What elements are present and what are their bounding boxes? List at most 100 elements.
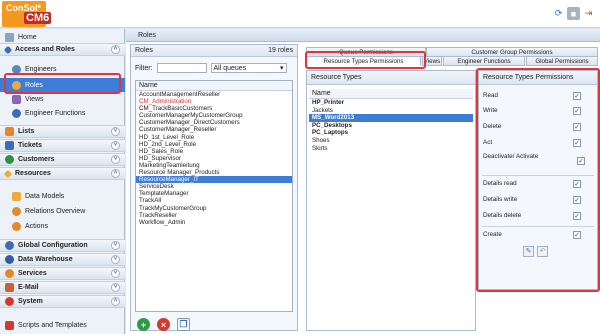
data-warehouse-icon xyxy=(5,255,14,264)
sidebar-item-views[interactable]: Views xyxy=(0,92,125,106)
sidebar-item-engineer-functions[interactable]: Engineer Functions xyxy=(0,106,125,120)
filter-row: Filter: All queues ▾ xyxy=(135,63,287,73)
role-list-item[interactable]: HD_Supervisor xyxy=(136,155,292,162)
sidebar-item-label: Data Models xyxy=(25,192,65,200)
sidebar-section-customers[interactable]: Customers ˅ xyxy=(0,153,125,166)
resource-type-list-item[interactable]: PC_Desktops xyxy=(309,122,473,130)
sidebar-item-scripts-and-templates[interactable]: Scripts and Templates xyxy=(0,318,125,332)
chevron-down-icon: ▾ xyxy=(279,65,284,72)
sidebar-section-label: E-Mail xyxy=(18,284,39,291)
role-list-item[interactable]: Workflow_Admin xyxy=(136,219,292,226)
queue-select[interactable]: All queues ▾ xyxy=(210,63,287,73)
sidebar-section-lists[interactable]: Lists ˅ xyxy=(0,125,125,138)
role-list-item[interactable]: CM_Administration xyxy=(136,98,292,105)
role-list-item[interactable]: ServiceDesk xyxy=(136,183,292,190)
sidebar-item-label: Relations Overview xyxy=(25,207,86,215)
sidebar-section-resources[interactable]: Resources ˄ xyxy=(0,167,125,180)
resource-types-column-header: Name xyxy=(309,89,473,99)
filter-input[interactable] xyxy=(156,63,207,73)
relations-icon xyxy=(12,206,21,216)
sidebar-section-global-configuration[interactable]: Global Configuration ˅ xyxy=(0,239,125,252)
role-list-item[interactable]: TrackMyCustomerGroup xyxy=(136,205,292,212)
resource-type-list-item[interactable]: HP_Printer xyxy=(309,99,473,107)
sidebar-section-access-and-roles[interactable]: Access and Roles ˄ xyxy=(0,43,125,56)
chevron-down-icon[interactable]: ˅ xyxy=(111,127,120,136)
filter-label: Filter: xyxy=(135,64,153,72)
resource-type-list-item[interactable]: Skirts xyxy=(309,145,473,153)
sidebar-section-label: System xyxy=(18,298,43,305)
consol-logo[interactable]: ConSol* CM6 xyxy=(2,1,52,27)
resource-types-title: Resource Types xyxy=(311,74,362,81)
chevron-down-icon[interactable]: ˅ xyxy=(111,155,120,164)
role-list-item[interactable]: MarketingTeamleitung xyxy=(136,162,292,169)
system-icon xyxy=(5,297,14,306)
role-list-item[interactable]: CM_TrackBasicCustomers xyxy=(136,105,292,112)
scripts-icon xyxy=(5,320,14,330)
chevron-down-icon[interactable]: ˅ xyxy=(111,269,120,278)
add-role-button[interactable]: + xyxy=(137,318,150,331)
resource-types-rows: HP_Printer Jackets MS_Word2013 PC_Desktops P… xyxy=(309,99,473,152)
role-list-item[interactable]: TrackAll xyxy=(136,197,292,204)
tab-engineer-functions[interactable]: Engineer Functions xyxy=(443,56,525,66)
resource-type-list-item[interactable]: MS_Word2013 xyxy=(309,114,473,122)
role-list-item[interactable]: CustomerManager_Reseller xyxy=(136,126,292,133)
role-list-item[interactable]: AccountManagementReseller xyxy=(136,91,292,98)
roles-panel: Roles 19 roles Filter: All queues ▾ Name… xyxy=(130,44,298,331)
globe-icon xyxy=(5,241,14,250)
sidebar-section-system[interactable]: System ˄ xyxy=(0,295,125,308)
queue-select-value: All queues xyxy=(213,65,247,72)
chevron-up-icon[interactable]: ˄ xyxy=(111,45,120,54)
chevron-down-icon[interactable]: ˅ xyxy=(111,283,120,292)
refresh-icon[interactable]: ⟳ xyxy=(552,7,565,20)
chevron-up-icon[interactable]: ˄ xyxy=(111,297,120,306)
tab-global-permissions[interactable]: Global Permissions xyxy=(526,56,598,66)
home-icon xyxy=(5,32,14,42)
sidebar-section-tickets[interactable]: Tickets ˅ xyxy=(0,139,125,152)
copy-role-button[interactable]: ❐ xyxy=(177,318,190,331)
role-list-item[interactable]: HD_2nd_Level_Role xyxy=(136,141,292,148)
sidebar-item-actions[interactable]: Actions xyxy=(0,219,125,233)
roles-panel-title: Roles xyxy=(135,47,153,54)
lists-icon xyxy=(5,127,14,136)
sidebar-section-label: Lists xyxy=(18,128,35,135)
logout-icon[interactable]: ⇥ xyxy=(582,7,595,20)
roles-panel-header: Roles 19 roles xyxy=(131,45,297,57)
resources-icon xyxy=(3,169,13,178)
sidebar-section-data-warehouse[interactable]: Data Warehouse ˅ xyxy=(0,253,125,266)
resource-type-list-item[interactable]: Jackets xyxy=(309,107,473,115)
role-list-item[interactable]: Resource Manager_Products xyxy=(136,169,292,176)
email-icon xyxy=(5,283,14,292)
sidebar-section-email[interactable]: E-Mail ˅ xyxy=(0,281,125,294)
sidebar-item-home[interactable]: Home xyxy=(0,31,125,43)
sidebar-item-label: Actions xyxy=(25,222,48,230)
resource-types-header: Resource Types xyxy=(307,71,475,85)
role-list-item[interactable]: CustomerManager_DirectCustomers xyxy=(136,119,292,126)
roles-list: Name AccountManagementReseller CM_Adminis… xyxy=(135,80,293,312)
chevron-up-icon[interactable]: ˄ xyxy=(111,169,120,178)
user-icon[interactable]: ■ xyxy=(567,7,580,20)
resource-type-list-item[interactable]: PC_Laptops xyxy=(309,129,473,137)
role-list-item[interactable]: TrackReseller xyxy=(136,212,292,219)
highlight-roles-item xyxy=(4,73,121,94)
chevron-down-icon[interactable]: ˅ xyxy=(111,241,120,250)
role-list-item[interactable]: CustomerManagerMyCustomerGroup xyxy=(136,112,292,119)
views-icon xyxy=(12,94,21,104)
role-list-item[interactable]: HD_Sales_Role xyxy=(136,148,292,155)
role-list-item[interactable]: ResourceManager_IT xyxy=(136,176,292,184)
resource-type-list-item[interactable]: Shoes xyxy=(309,137,473,145)
sidebar-item-label: Scripts and Templates xyxy=(18,321,87,329)
sidebar-section-label: Resources xyxy=(15,170,51,177)
sidebar-item-relations-overview[interactable]: Relations Overview xyxy=(0,204,125,218)
tickets-icon xyxy=(5,141,14,150)
chevron-down-icon[interactable]: ˅ xyxy=(111,255,120,264)
sidebar-section-label: Access and Roles xyxy=(15,46,75,53)
chevron-down-icon[interactable]: ˅ xyxy=(111,141,120,150)
delete-role-button[interactable]: × xyxy=(157,318,170,331)
main-panel: Roles Roles 19 roles Filter: All queues … xyxy=(126,29,600,334)
role-list-item[interactable]: HD_1st_Level_Role xyxy=(136,134,292,141)
sidebar-section-services[interactable]: Services ˅ xyxy=(0,267,125,280)
role-list-item[interactable]: TemplateManager xyxy=(136,190,292,197)
page-title: Roles xyxy=(126,29,600,42)
logo-cm: CM6 xyxy=(24,12,52,24)
sidebar-item-data-models[interactable]: Data Models xyxy=(0,189,125,203)
